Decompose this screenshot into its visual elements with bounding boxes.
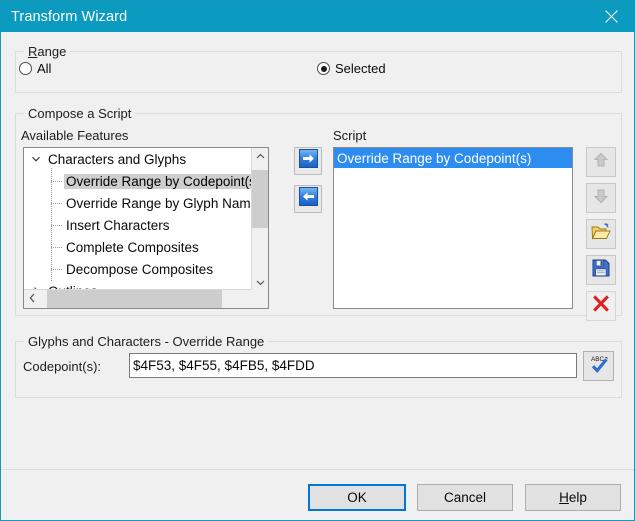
tree-branch-line (51, 203, 63, 204)
radio-selected-mark (317, 62, 330, 75)
tree-viewport: Characters and Glyphs Override Range by … (24, 148, 252, 291)
red-x-icon (591, 294, 611, 319)
tree-item-label: Characters and Glyphs (48, 151, 187, 167)
folder-open-icon (591, 222, 611, 246)
open-script-button[interactable] (586, 219, 616, 249)
scroll-up-button[interactable] (252, 148, 268, 165)
tree-horizontal-scrollbar[interactable] (24, 289, 268, 308)
tree-item-override-range-by-codepoints[interactable]: Override Range by Codepoint(s) (24, 170, 252, 192)
delete-script-button[interactable] (586, 291, 616, 321)
help-button-accel: H (559, 490, 569, 505)
tree-item-decompose-composites[interactable]: Decompose Composites (24, 258, 252, 280)
radio-all-mark (19, 62, 32, 75)
chevron-left-icon (28, 290, 37, 308)
move-down-button[interactable] (586, 183, 616, 213)
compose-script-group-title: Compose a Script (24, 106, 136, 121)
available-features-tree[interactable]: Characters and Glyphs Override Range by … (23, 147, 269, 309)
tree-branch-line (51, 181, 63, 182)
ok-button[interactable]: OK (308, 484, 406, 511)
script-label: Script (333, 128, 367, 143)
glyphs-characters-group-title: Glyphs and Characters - Override Range (24, 334, 269, 349)
abc-check-icon: ABC (588, 353, 610, 380)
tree-item-complete-composites[interactable]: Complete Composites (24, 236, 252, 258)
codepoint-input[interactable] (129, 353, 577, 378)
save-script-button[interactable] (586, 255, 616, 285)
arrow-right-icon (298, 149, 318, 173)
codepoint-label: Codepoint(s): (23, 359, 102, 374)
script-listbox[interactable]: Override Range by Codepoint(s) (333, 147, 573, 309)
tree-item-label: Decompose Composites (66, 261, 214, 277)
add-to-script-button[interactable] (294, 147, 322, 175)
radio-selected-label: Selected (335, 61, 386, 76)
tree-item-insert-characters[interactable]: Insert Characters (24, 214, 252, 236)
tree-vertical-scrollbar[interactable] (251, 148, 268, 291)
help-button-label-rest: elp (568, 490, 587, 505)
close-icon (604, 10, 618, 23)
radio-range-all[interactable]: All (19, 61, 51, 76)
arrow-down-icon (592, 187, 610, 210)
floppy-disk-icon (592, 259, 610, 282)
cancel-button[interactable]: Cancel (417, 484, 513, 511)
tree-item-label: Insert Characters (66, 217, 170, 233)
radio-range-selected[interactable]: Selected (317, 61, 386, 76)
range-group-accel: R (28, 44, 38, 59)
scroll-thumb[interactable] (47, 290, 222, 308)
script-list-item-label: Override Range by Codepoint(s) (337, 150, 532, 166)
transform-wizard-dialog: Transform Wizard Range All Selected Comp… (0, 0, 635, 521)
tree-branch-line (51, 247, 63, 248)
arrow-left-icon (298, 187, 318, 211)
footer-separator (1, 469, 634, 470)
tree-item-label: Override Range by Codepoint(s) (64, 173, 252, 189)
scroll-left-button[interactable] (24, 290, 41, 308)
radio-all-label: All (37, 61, 52, 76)
tree-branch-line (51, 225, 63, 226)
close-button[interactable] (588, 1, 634, 32)
tree-branch-line (51, 269, 63, 270)
tree-item-label: Override Range by Glyph Name(s) (66, 195, 252, 211)
scrollbar-corner (251, 289, 268, 308)
help-button[interactable]: Help (525, 484, 621, 511)
spellcheck-button[interactable]: ABC (583, 351, 614, 381)
range-group-title: Range (24, 44, 71, 59)
tree-item-characters-and-glyphs[interactable]: Characters and Glyphs (24, 148, 252, 170)
cancel-button-label: Cancel (443, 490, 487, 505)
range-group-title-rest: ange (37, 44, 67, 59)
help-button-label: Help (559, 490, 587, 505)
tree-item-override-range-by-glyph-names[interactable]: Override Range by Glyph Name(s) (24, 192, 252, 214)
ok-button-label: OK (347, 490, 367, 505)
available-features-label: Available Features (21, 128, 129, 143)
title-bar: Transform Wizard (1, 1, 634, 32)
window-title: Transform Wizard (11, 8, 128, 25)
tree-item-label: Complete Composites (66, 239, 199, 255)
chevron-down-icon[interactable] (28, 151, 44, 167)
arrow-up-icon (592, 151, 610, 174)
move-up-button[interactable] (586, 147, 616, 177)
chevron-up-icon (256, 148, 265, 166)
scroll-thumb[interactable] (252, 170, 268, 228)
script-list-item[interactable]: Override Range by Codepoint(s) (334, 148, 572, 168)
remove-from-script-button[interactable] (294, 185, 322, 213)
